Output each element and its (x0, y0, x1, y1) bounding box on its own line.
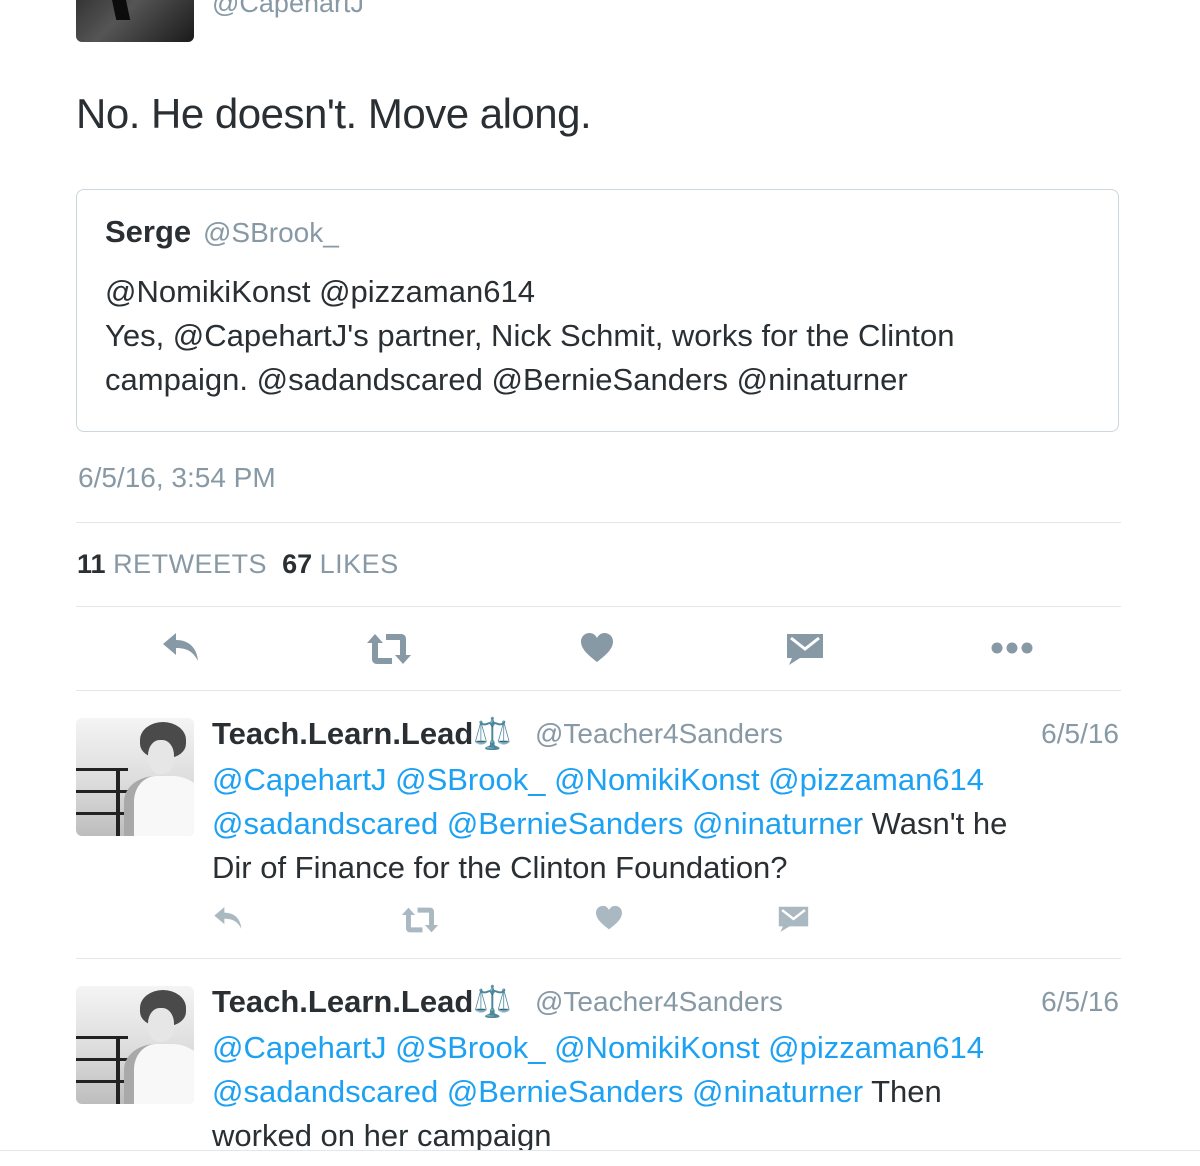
divider (76, 690, 1121, 691)
likes-label: LIKES (319, 549, 399, 579)
heart-icon (596, 905, 622, 930)
reply-text-part: Dir of Finance for the Clinton Foundatio… (212, 850, 788, 885)
retweet-button[interactable] (366, 632, 412, 666)
reply-text: @CapehartJ @SBrook_ @NomikiKonst @pizzam… (212, 1026, 1117, 1158)
divider (76, 522, 1121, 523)
tweet-text: No. He doesn't. Move along. (76, 90, 592, 137)
quoted-tweet-author-handle: @SBrook_ (203, 217, 339, 248)
reply-author-handle[interactable]: @Teacher4Sanders (535, 986, 783, 1018)
likes-count: 67 (282, 549, 313, 579)
reply-text-part: Wasn't he (863, 806, 1008, 841)
reply-author-avatar[interactable] (76, 718, 194, 836)
reply-mentions[interactable]: @CapehartJ @SBrook_ @NomikiKonst @pizzam… (212, 758, 1117, 802)
reply-mentions[interactable]: @sadandscared @BernieSanders @ninaturner (212, 806, 863, 841)
quoted-tweet-line: Yes, @CapehartJ's partner, Nick Schmit, … (105, 318, 955, 353)
screen-bottom-edge (0, 1150, 1200, 1166)
retweets-label: RETWEETS (113, 549, 268, 579)
retweets-count: 11 (77, 549, 106, 579)
author-handle: @CapehartJ (212, 0, 364, 18)
retweet-icon (367, 634, 411, 664)
reply-author-handle[interactable]: @Teacher4Sanders (535, 718, 783, 750)
divider (76, 606, 1121, 607)
tweet-stats: 11 RETWEETS 67 LIKES (77, 549, 399, 580)
reply-author-name[interactable]: Teach.Learn.Lead⚖️ (212, 715, 512, 752)
reply-reply-button[interactable] (212, 904, 246, 932)
reply-icon (163, 633, 198, 661)
tweet-timestamp: 6/5/16, 3:54 PM (78, 462, 276, 493)
envelope-icon (787, 634, 823, 665)
reply-date: 6/5/16 (1041, 718, 1119, 749)
reply-retweet-button[interactable] (401, 906, 439, 934)
reply-mentions[interactable]: @sadandscared @BernieSanders @ninaturner (212, 1074, 863, 1109)
reply-text: @CapehartJ @SBrook_ @NomikiKonst @pizzam… (212, 758, 1117, 890)
reply-author-name[interactable]: Teach.Learn.Lead⚖️ (212, 983, 512, 1020)
heart-icon (581, 633, 613, 662)
reply-button[interactable] (160, 629, 204, 665)
author-avatar[interactable] (76, 0, 194, 42)
reply-mentions[interactable]: @CapehartJ @SBrook_ @NomikiKonst @pizzam… (212, 1026, 1117, 1070)
reply-author-avatar[interactable] (76, 986, 194, 1104)
quoted-tweet-line: @NomikiKonst @pizzaman614 (105, 274, 535, 309)
more-button[interactable] (990, 638, 1034, 658)
like-button[interactable] (580, 632, 614, 664)
reply-text-part: Then (863, 1074, 942, 1109)
direct-message-button[interactable] (786, 632, 824, 666)
envelope-icon (778, 906, 809, 933)
reply-date: 6/5/16 (1041, 986, 1119, 1017)
divider (76, 958, 1121, 959)
retweet-icon (401, 907, 439, 933)
quoted-tweet-text: @NomikiKonst @pizzaman614 Yes, @Capehart… (105, 270, 1095, 402)
likes-stat[interactable]: 67 LIKES (282, 549, 399, 579)
quoted-tweet-author-name: Serge (105, 214, 192, 249)
quoted-tweet-line: campaign. @sadandscared @BernieSanders @… (105, 362, 908, 397)
reply-dm-button[interactable] (778, 905, 809, 933)
retweets-stat[interactable]: 11 RETWEETS (77, 549, 267, 579)
reply-icon (214, 907, 242, 929)
more-icon (991, 642, 1033, 654)
reply-like-button[interactable] (595, 905, 623, 931)
